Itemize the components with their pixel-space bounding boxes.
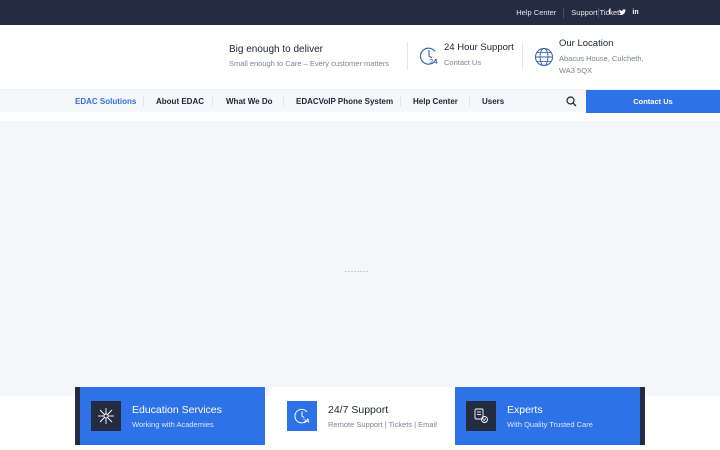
help-center-link[interactable]: Help Center	[509, 8, 563, 17]
nav-item-users[interactable]: Users	[482, 90, 504, 113]
site-header: Big enough to deliver Small enough to Ca…	[0, 25, 720, 89]
hero-area	[0, 121, 720, 396]
globe-icon	[535, 48, 553, 66]
clock-24-icon: 24	[287, 401, 317, 431]
card-title: Experts	[507, 404, 543, 416]
social-links: f in	[598, 0, 642, 25]
card-text: Education Services Working with Academie…	[132, 404, 222, 429]
twitter-icon[interactable]	[616, 8, 629, 17]
divider	[598, 7, 599, 18]
loading-indicator	[345, 259, 375, 272]
card-education-services[interactable]: Education Services Working with Academie…	[75, 387, 265, 445]
search-icon[interactable]	[566, 96, 577, 107]
support-title: 24 Hour Support	[444, 42, 514, 53]
support-subtitle[interactable]: Contact Us	[444, 57, 514, 69]
card-edge	[640, 387, 645, 445]
card-edge	[75, 387, 80, 445]
svg-text:24: 24	[303, 419, 310, 425]
card-experts[interactable]: Experts With Quality Trusted Care	[455, 387, 645, 445]
svg-text:24: 24	[429, 58, 438, 66]
nav-item-edac-solutions[interactable]: EDAC Solutions	[75, 90, 136, 113]
nav-item-edacvoip-phone-system[interactable]: EDACVoIP Phone System	[296, 90, 393, 113]
card-text: Experts With Quality Trusted Care	[507, 404, 593, 429]
contact-us-button[interactable]: Contact Us	[586, 90, 720, 113]
tagline-title: Big enough to deliver	[229, 44, 323, 55]
card-24-7-support[interactable]: 24 24/7 Support Remote Support | Tickets…	[271, 387, 455, 445]
card-title: Education Services	[132, 404, 222, 416]
card-subtitle: Remote Support | Tickets | Email	[328, 420, 437, 429]
divider	[407, 42, 408, 70]
expert-icon	[466, 401, 496, 431]
support-info[interactable]: 24 24 Hour Support Contact Us	[419, 42, 514, 69]
address-line-2: WA3 5QX	[559, 66, 593, 75]
divider	[522, 42, 523, 70]
main-nav: EDAC Solutions About EDAC What We Do EDA…	[0, 89, 720, 113]
divider	[283, 97, 284, 106]
card-subtitle: With Quality Trusted Care	[507, 420, 593, 429]
card-text: 24/7 Support Remote Support | Tickets | …	[328, 404, 437, 429]
location-info: Our Location Abacus House, Culcheth, WA3…	[534, 38, 644, 77]
nav-item-what-we-do[interactable]: What We Do	[226, 90, 273, 113]
facebook-icon[interactable]: f	[603, 9, 616, 16]
tagline: Big enough to deliver Small enough to Ca…	[229, 44, 389, 68]
location-address: Abacus House, Culcheth, WA3 5QX	[559, 53, 644, 77]
divider	[143, 97, 144, 106]
card-title: 24/7 Support	[328, 404, 389, 416]
location-title: Our Location	[559, 38, 614, 49]
nav-item-about-edac[interactable]: About EDAC	[156, 90, 204, 113]
address-line-1: Abacus House, Culcheth,	[559, 54, 644, 63]
divider	[469, 97, 470, 106]
card-subtitle: Working with Academies	[132, 420, 214, 429]
nav-item-help-center[interactable]: Help Center	[413, 90, 458, 113]
divider	[400, 97, 401, 106]
tagline-subtitle: Small enough to Care – Every customer ma…	[229, 59, 390, 68]
network-icon	[91, 401, 121, 431]
divider	[212, 97, 213, 106]
linkedin-icon[interactable]: in	[629, 9, 642, 16]
top-bar: Help Center Support Tickets f in	[0, 0, 720, 25]
clock-24-icon: 24	[420, 47, 438, 66]
